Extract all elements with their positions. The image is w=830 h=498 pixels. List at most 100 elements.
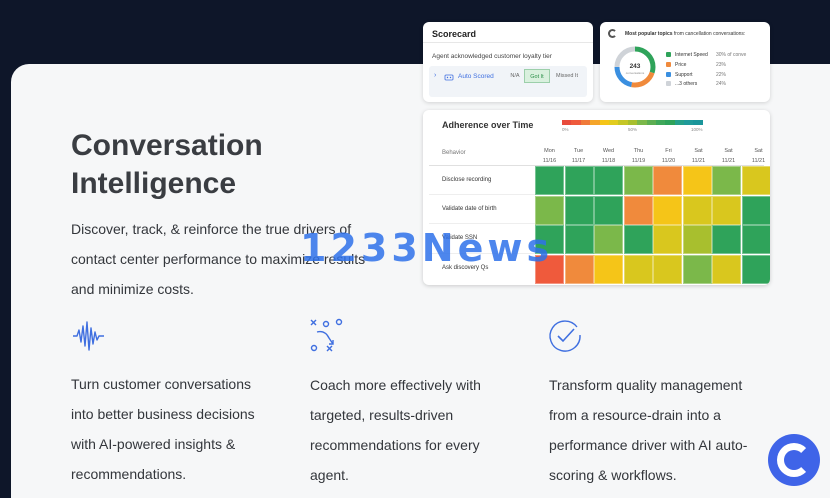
behavior-label: Disclose recording	[442, 177, 492, 183]
legend-pct: 23%	[716, 62, 727, 68]
feature-line: Coach more effectively with	[310, 377, 481, 393]
scorecard-title: Scorecard	[432, 29, 477, 39]
heatmap-cell[interactable]	[623, 166, 653, 195]
day-header: Sat 11/21	[721, 148, 736, 164]
scale-label-max: 100%	[691, 127, 703, 132]
feature-line: recommendations.	[71, 466, 187, 482]
heatmap-cell[interactable]	[564, 166, 594, 195]
heatmap-cell[interactable]	[623, 195, 653, 225]
heatmap-cell[interactable]	[623, 254, 653, 284]
heatmap-cell[interactable]	[653, 254, 682, 284]
day-header: Thu 11/19	[631, 148, 646, 164]
scorecard-answer-row: › Auto Scored N/A Got It Missed It	[429, 66, 587, 97]
legend-pct: 24%	[716, 81, 727, 87]
day-header: Wed 11/18	[601, 148, 616, 164]
scale-swatch	[637, 120, 647, 125]
check-circle-icon	[549, 320, 581, 352]
heatmap-cell[interactable]	[653, 225, 682, 254]
option-na-button[interactable]: N/A	[504, 69, 526, 83]
heatmap-cell[interactable]	[741, 225, 770, 254]
heatmap-cell[interactable]	[741, 254, 770, 284]
behavior-label: Validate date of birth	[442, 206, 497, 212]
scale-label-mid: 50%	[628, 127, 638, 132]
heatmap-cell[interactable]	[712, 225, 741, 254]
heatmap-cell[interactable]	[535, 195, 564, 225]
divider	[429, 223, 535, 224]
scale-swatch	[580, 120, 591, 125]
day-header: Fri 11/20	[661, 148, 676, 164]
feature-line: targeted, results-driven	[310, 407, 454, 423]
adherence-title: Adherence over Time	[442, 120, 534, 130]
feature-line: agent.	[310, 467, 349, 483]
feature-text-quality: Transform quality management from a reso…	[549, 370, 759, 490]
scale-swatch	[608, 120, 619, 125]
heatmap-cell[interactable]	[741, 166, 770, 195]
strategy-play-icon	[310, 318, 343, 352]
legend-item: ...3 others 24%	[666, 81, 726, 87]
feature-line: Turn customer conversations	[71, 376, 251, 392]
heatmap-cell[interactable]	[712, 166, 741, 195]
scale-swatch	[674, 120, 685, 125]
description-line: and minimize costs.	[71, 281, 194, 297]
legend-label: ...3 others	[675, 81, 698, 87]
heatmap-cell[interactable]	[623, 225, 653, 254]
scale-swatch	[646, 120, 656, 125]
heatmap-cell[interactable]	[682, 166, 712, 195]
scale-swatch	[590, 120, 600, 125]
option-got-it-button[interactable]: Got It	[524, 69, 550, 83]
brand-logo[interactable]	[768, 434, 820, 486]
heatmap-cell[interactable]	[535, 166, 564, 195]
feature-line: performance driver with AI auto-	[549, 437, 748, 453]
scale-label-min: 0%	[562, 127, 569, 132]
heatmap-cell[interactable]	[594, 225, 623, 254]
topics-header-bold: Most popular topics	[625, 31, 673, 37]
heatmap-cell[interactable]	[682, 195, 712, 225]
title-line: Conversation	[71, 129, 263, 162]
heatmap-cell[interactable]	[741, 195, 770, 225]
page-title: Conversation Intelligence	[71, 127, 401, 203]
topics-header: Most popular topics from cancellation co…	[625, 31, 785, 37]
feature-line: with AI-powered insights &	[71, 436, 236, 452]
scorecard-question: Agent acknowledged customer loyalty tier	[432, 53, 552, 60]
chevron-right-icon[interactable]: ›	[434, 72, 436, 79]
topics-header-rest: from cancellation conversations:	[672, 31, 746, 37]
day-header: Mon 11/16	[542, 148, 557, 164]
scale-swatch	[618, 120, 628, 125]
feature-line: Transform quality management	[549, 377, 743, 393]
heatmap-cell[interactable]	[594, 195, 623, 225]
company-logo-icon	[608, 29, 617, 38]
scale-swatch	[655, 120, 666, 125]
day-header: Tue 11/17	[571, 148, 586, 164]
donut-center-label: conversations	[626, 71, 645, 75]
scale-swatch	[571, 120, 581, 125]
heatmap-cell[interactable]	[594, 254, 623, 284]
option-missed-button[interactable]: Missed It	[552, 69, 582, 83]
heatmap-cell[interactable]	[564, 225, 594, 254]
heatmap-cell[interactable]	[653, 166, 682, 195]
heatmap-cell[interactable]	[712, 195, 741, 225]
donut-center-value: 243	[630, 63, 641, 70]
heatmap-cell[interactable]	[564, 254, 594, 284]
heatmap-cell[interactable]	[682, 254, 712, 284]
legend-item: Price 23%	[666, 62, 726, 68]
heatmap-cell[interactable]	[594, 166, 623, 195]
feature-line: recommendations for every	[310, 437, 480, 453]
feature-text-coaching: Coach more effectively with targeted, re…	[310, 370, 520, 490]
feature-line: into better business decisions	[71, 406, 255, 422]
feature-line: from a resource-drain into a	[549, 407, 721, 423]
brand-logo-icon	[777, 443, 811, 477]
title-line: Intelligence	[71, 167, 237, 200]
heatmap-cell[interactable]	[682, 225, 712, 254]
scale-swatch	[693, 120, 703, 125]
day-header: Sat 11/21	[751, 148, 766, 164]
legend-label: Internet Speed	[675, 52, 708, 58]
heatmap-cell[interactable]	[564, 195, 594, 225]
heatmap-cell[interactable]	[653, 195, 682, 225]
legend-item: Support 22%	[666, 72, 726, 78]
auto-scored-label: Auto Scored	[458, 73, 494, 80]
legend-pct: 22%	[716, 72, 727, 78]
heatmap-cell[interactable]	[712, 254, 741, 284]
feature-line: scoring & workflows.	[549, 467, 677, 483]
feature-text-insights: Turn customer conversations into better …	[71, 369, 281, 489]
soundwave-icon	[73, 321, 104, 351]
